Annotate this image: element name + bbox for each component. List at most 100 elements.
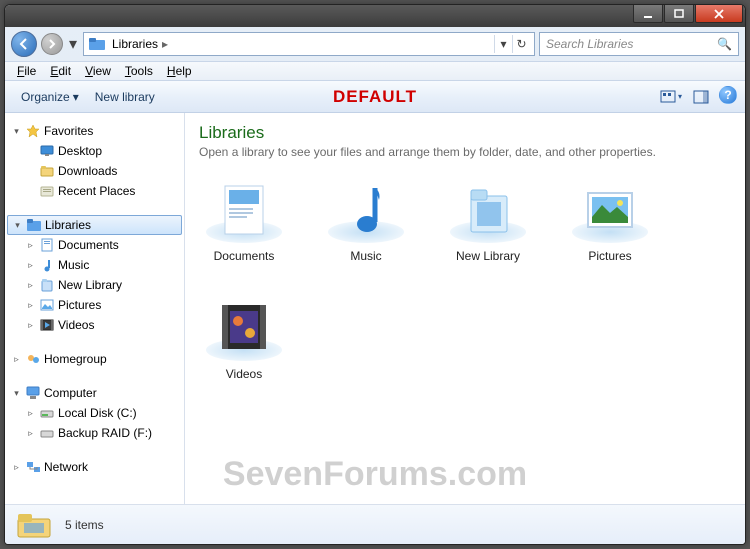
tree-label: Videos xyxy=(58,318,94,332)
item-label: Videos xyxy=(199,367,289,381)
menu-edit[interactable]: Edit xyxy=(44,62,77,80)
library-item-documents[interactable]: Documents xyxy=(199,177,289,263)
tree-recent-places[interactable]: Recent Places xyxy=(7,181,182,201)
minimize-button[interactable] xyxy=(633,5,663,23)
library-icon xyxy=(38,278,56,292)
preview-pane-button[interactable] xyxy=(689,86,713,108)
library-item-pictures[interactable]: Pictures xyxy=(565,177,655,263)
close-button[interactable] xyxy=(695,5,743,23)
network-group: ▹ Network xyxy=(7,457,182,477)
content-pane[interactable]: Libraries Open a library to see your fil… xyxy=(185,113,745,504)
tree-videos[interactable]: ▹ Videos xyxy=(7,315,182,335)
expand-icon[interactable]: ▹ xyxy=(25,260,36,271)
library-item-music[interactable]: Music xyxy=(321,177,411,263)
libraries-icon xyxy=(15,510,55,540)
page-title: Libraries xyxy=(199,123,731,143)
library-item-videos[interactable]: Videos xyxy=(199,295,289,381)
tree-network[interactable]: ▹ Network xyxy=(7,457,182,477)
homegroup-icon xyxy=(24,352,42,366)
tree-documents[interactable]: ▹ Documents xyxy=(7,235,182,255)
library-icon xyxy=(448,177,528,243)
maximize-button[interactable] xyxy=(664,5,694,23)
tree-backup-raid[interactable]: ▹ Backup RAID (F:) xyxy=(7,423,182,443)
videos-icon xyxy=(38,319,56,331)
titlebar[interactable] xyxy=(5,5,745,27)
menu-tools[interactable]: Tools xyxy=(119,62,159,80)
pictures-icon xyxy=(570,177,650,243)
tree-desktop[interactable]: Desktop xyxy=(7,141,182,161)
computer-icon xyxy=(24,386,42,400)
page-subtitle: Open a library to see your files and arr… xyxy=(199,145,731,159)
search-icon[interactable]: 🔍 xyxy=(717,37,732,51)
search-placeholder: Search Libraries xyxy=(546,37,633,51)
libraries-group: ▾ Libraries ▹ Documents ▹ Music ▹ xyxy=(7,215,182,335)
collapse-icon[interactable]: ▾ xyxy=(11,388,22,399)
history-dropdown[interactable]: ▾ xyxy=(67,34,79,54)
back-button[interactable] xyxy=(11,31,37,57)
desktop-icon xyxy=(38,145,56,157)
command-bar: Organize▾ New library DEFAULT ▾ ? xyxy=(5,81,745,113)
tree-label: New Library xyxy=(58,278,122,292)
menu-file[interactable]: File xyxy=(11,62,42,80)
tree-label: Desktop xyxy=(58,144,102,158)
expand-icon[interactable]: ▹ xyxy=(25,320,36,331)
item-label: Pictures xyxy=(565,249,655,263)
status-bar: 5 items xyxy=(5,504,745,544)
expand-icon[interactable]: ▹ xyxy=(11,462,22,473)
expand-icon[interactable]: ▹ xyxy=(25,240,36,251)
homegroup-group: ▹ Homegroup xyxy=(7,349,182,369)
items-grid: Documents Music New Library xyxy=(199,177,731,381)
tree-label: Libraries xyxy=(45,218,91,232)
tree-homegroup[interactable]: ▹ Homegroup xyxy=(7,349,182,369)
tree-label: Music xyxy=(58,258,89,272)
collapse-icon[interactable]: ▾ xyxy=(12,220,23,231)
overlay-label: DEFAULT xyxy=(333,87,417,107)
star-icon xyxy=(24,124,42,138)
documents-icon xyxy=(204,177,284,243)
expand-icon[interactable]: ▹ xyxy=(25,408,36,419)
tree-local-disk[interactable]: ▹ Local Disk (C:) xyxy=(7,403,182,423)
favorites-group: ▾ Favorites Desktop Downloads xyxy=(7,121,182,201)
tree-label: Downloads xyxy=(58,164,117,178)
drive-icon xyxy=(38,427,56,439)
new-library-button[interactable]: New library xyxy=(87,86,163,108)
tree-computer[interactable]: ▾ Computer xyxy=(7,383,182,403)
library-item-new-library[interactable]: New Library xyxy=(443,177,533,263)
expand-icon[interactable]: ▹ xyxy=(25,280,36,291)
address-bar[interactable]: Libraries ▸ ▾ ↻ xyxy=(83,32,535,56)
expand-icon[interactable]: ▹ xyxy=(25,300,36,311)
search-input[interactable]: Search Libraries 🔍 xyxy=(539,32,739,56)
collapse-icon[interactable]: ▾ xyxy=(11,126,22,137)
refresh-button[interactable]: ↻ xyxy=(512,35,530,53)
tree-new-library[interactable]: ▹ New Library xyxy=(7,275,182,295)
expand-icon[interactable]: ▹ xyxy=(11,354,22,365)
change-view-button[interactable]: ▾ xyxy=(659,86,683,108)
tree-pictures[interactable]: ▹ Pictures xyxy=(7,295,182,315)
breadcrumb-separator[interactable]: ▸ xyxy=(160,37,170,51)
navigation-pane[interactable]: ▾ Favorites Desktop Downloads xyxy=(5,113,185,504)
tree-label: Homegroup xyxy=(44,352,107,366)
nav-bar: ▾ Libraries ▸ ▾ ↻ Search Libraries 🔍 xyxy=(5,27,745,61)
organize-button[interactable]: Organize▾ xyxy=(13,86,87,108)
tree-downloads[interactable]: Downloads xyxy=(7,161,182,181)
explorer-window: ▾ Libraries ▸ ▾ ↻ Search Libraries 🔍 Fil… xyxy=(4,4,746,545)
tree-favorites[interactable]: ▾ Favorites xyxy=(7,121,182,141)
tree-music[interactable]: ▹ Music xyxy=(7,255,182,275)
folder-icon xyxy=(38,165,56,177)
recent-icon xyxy=(38,185,56,197)
forward-button[interactable] xyxy=(41,33,63,55)
tree-libraries[interactable]: ▾ Libraries xyxy=(7,215,182,235)
music-icon xyxy=(38,258,56,272)
tree-label: Pictures xyxy=(58,298,101,312)
tree-label: Recent Places xyxy=(58,184,135,198)
menu-view[interactable]: View xyxy=(79,62,117,80)
breadcrumb-item[interactable]: Libraries xyxy=(110,37,160,51)
videos-icon xyxy=(204,295,284,361)
computer-group: ▾ Computer ▹ Local Disk (C:) ▹ Backup RA… xyxy=(7,383,182,443)
chevron-down-icon: ▾ xyxy=(73,90,79,104)
expand-icon[interactable]: ▹ xyxy=(25,428,36,439)
menu-help[interactable]: Help xyxy=(161,62,198,80)
help-button[interactable]: ? xyxy=(719,86,737,104)
music-icon xyxy=(326,177,406,243)
address-dropdown[interactable]: ▾ xyxy=(494,35,512,53)
